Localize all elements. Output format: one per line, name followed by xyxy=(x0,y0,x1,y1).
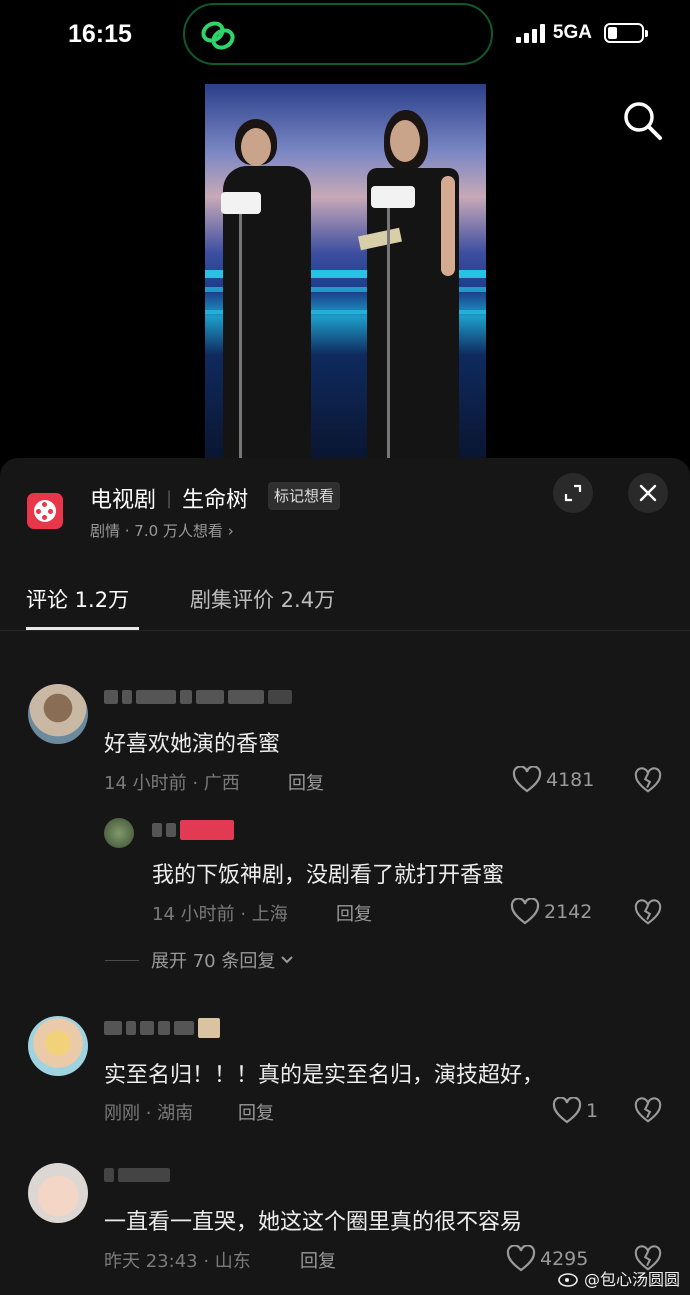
like-button[interactable]: 4181 xyxy=(512,766,594,794)
show-title[interactable]: 电视剧 | 生命树 xyxy=(90,482,248,514)
close-icon xyxy=(639,484,657,502)
status-time: 16:15 xyxy=(68,20,132,48)
mark-want-button[interactable]: 标记想看 xyxy=(268,482,341,510)
dynamic-island xyxy=(183,3,493,65)
broken-heart-icon[interactable] xyxy=(634,767,662,795)
close-button[interactable] xyxy=(628,473,668,513)
heart-icon xyxy=(510,898,540,925)
watermark-text: @包心汤圆圆 xyxy=(583,1270,680,1289)
reply-meta: 14 小时前 · 上海 xyxy=(152,904,288,925)
tab-comments[interactable]: 评论 1.2万 xyxy=(26,584,129,614)
like-count: 4181 xyxy=(546,769,595,791)
tab-episode-reviews[interactable]: 剧集评价 2.4万 xyxy=(190,584,335,614)
tv-series-icon xyxy=(27,493,63,529)
comment-meta: 昨天 23:43 · 山东 xyxy=(104,1251,251,1272)
weibo-logo-icon xyxy=(558,1273,578,1287)
mic-badge xyxy=(371,186,415,208)
broken-heart-icon[interactable] xyxy=(634,899,662,927)
mic-badge xyxy=(221,192,261,214)
reply-text: 我的下饭神剧，没剧看了就打开香蜜 xyxy=(152,863,505,888)
expand-replies-label: 展开 70 条回复 xyxy=(151,951,276,972)
weibo-watermark: @包心汤圆圆 xyxy=(558,1266,680,1290)
reply-button[interactable]: 回复 xyxy=(336,900,372,926)
avatar[interactable] xyxy=(28,684,88,744)
expand-button[interactable] xyxy=(553,473,593,513)
avatar[interactable] xyxy=(28,1016,88,1076)
heart-icon xyxy=(506,1245,536,1272)
like-button[interactable]: 1 xyxy=(552,1097,598,1125)
network-label: 5GA xyxy=(552,22,592,43)
comment-text: 实至名归！！！真的是实至名归，演技超好， xyxy=(104,1063,545,1088)
expand-icon xyxy=(564,484,582,502)
reply-button[interactable]: 回复 xyxy=(238,1099,274,1125)
signal-icon xyxy=(515,23,545,43)
heart-icon xyxy=(512,766,542,793)
reply-button[interactable]: 回复 xyxy=(300,1247,336,1273)
comment-meta: 刚刚 · 湖南 xyxy=(104,1103,194,1124)
reply-username-redacted xyxy=(152,820,234,840)
broken-heart-icon[interactable] xyxy=(634,1097,662,1125)
heart-icon xyxy=(552,1097,582,1124)
reply-button[interactable]: 回复 xyxy=(288,769,324,795)
username-redacted xyxy=(104,1018,220,1038)
chevron-down-icon xyxy=(281,956,294,964)
search-icon[interactable] xyxy=(622,100,664,142)
battery-icon xyxy=(604,23,648,43)
comment-meta: 14 小时前 · 广西 xyxy=(104,773,240,794)
reply-avatar[interactable] xyxy=(104,818,134,848)
expand-replies-button[interactable]: 展开 70 条回复 xyxy=(105,947,295,973)
status-indicators: 5GA xyxy=(515,22,648,44)
video-player[interactable] xyxy=(205,84,486,460)
like-button[interactable]: 2142 xyxy=(510,898,592,926)
avatar[interactable] xyxy=(28,1163,88,1223)
username-redacted xyxy=(104,690,292,704)
comment-text: 好喜欢她演的香蜜 xyxy=(104,732,281,757)
show-subtitle[interactable]: 剧情 · 7.0 万人想看 › xyxy=(90,520,234,541)
username-redacted xyxy=(104,1168,170,1182)
like-count: 1 xyxy=(586,1100,599,1122)
tab-divider xyxy=(0,630,690,631)
show-name: 生命树 xyxy=(182,488,249,513)
comment-text: 一直看一直哭，她这这个圈里真的很不容易 xyxy=(104,1210,523,1235)
link-icon xyxy=(201,21,235,50)
like-count: 2142 xyxy=(544,901,593,923)
show-category: 电视剧 xyxy=(90,488,157,513)
